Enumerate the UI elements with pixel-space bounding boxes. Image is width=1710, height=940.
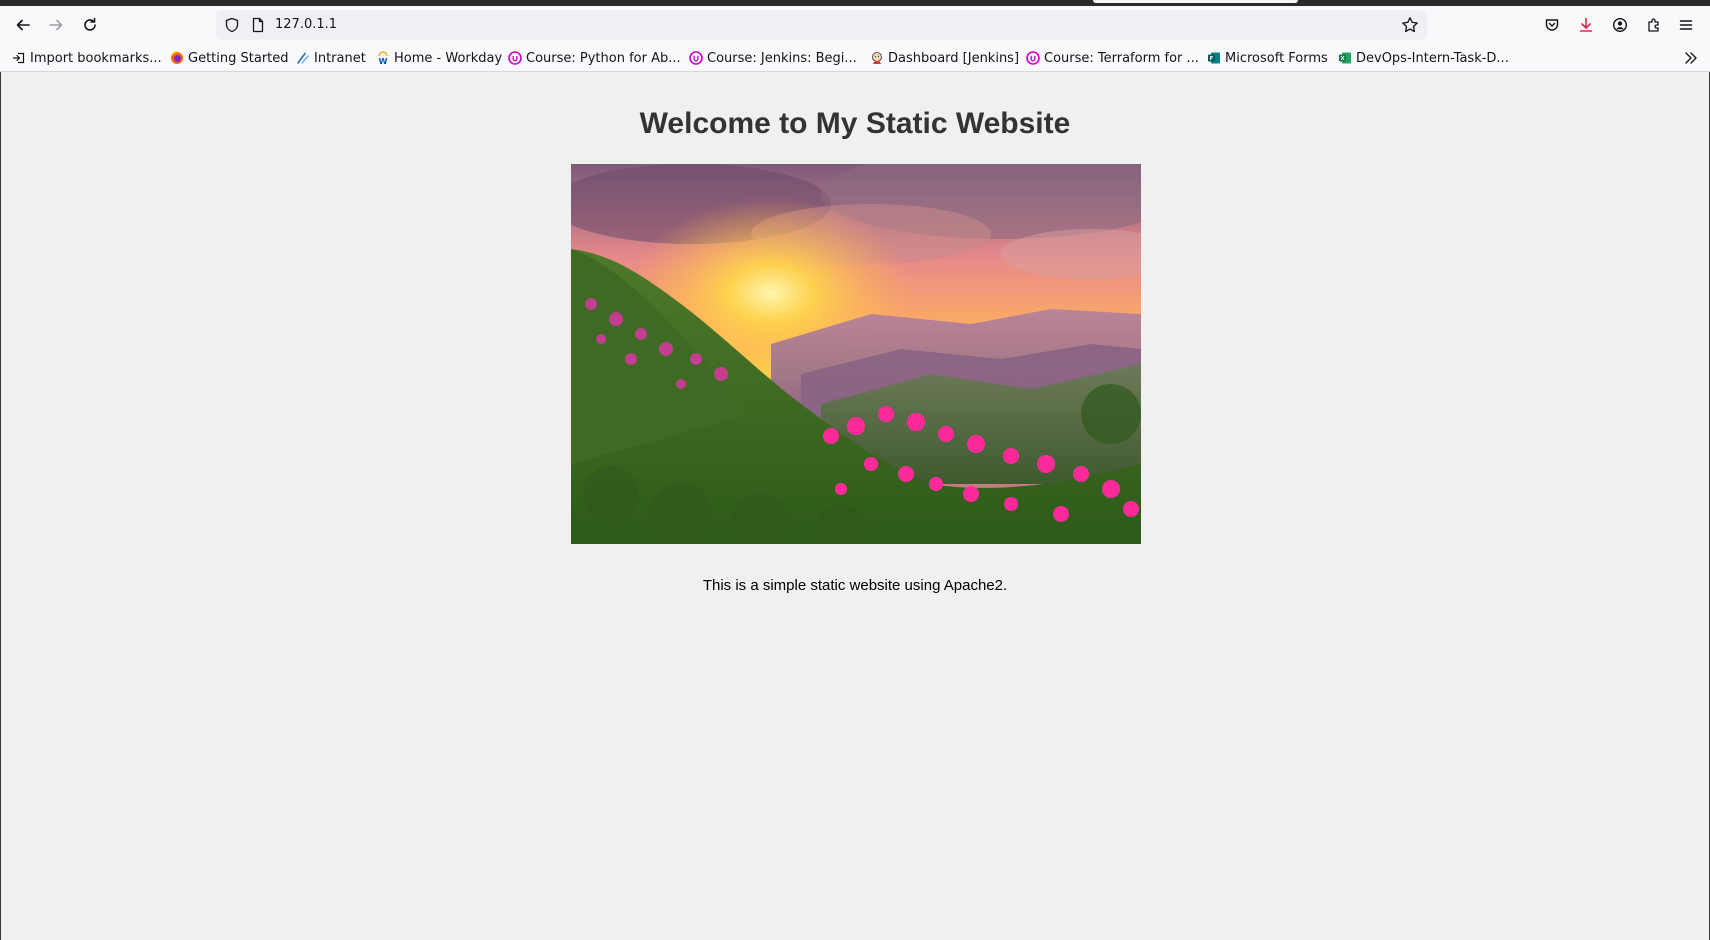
bookmark-jenkins-dashboard[interactable]: Dashboard [Jenkins] <box>870 49 1019 67</box>
tracking-protection-shield-icon[interactable] <box>224 17 240 33</box>
bookmark-course-jenkins[interactable]: Course: Jenkins: Begi... <box>689 49 857 67</box>
bookmark-intranet[interactable]: Intranet <box>296 49 366 67</box>
bookmark-star-icon[interactable] <box>1401 16 1419 34</box>
firefox-icon <box>171 51 183 64</box>
account-button[interactable] <box>1610 15 1630 35</box>
mountain-sunset-image <box>571 164 1141 544</box>
udemy-icon <box>1026 51 1040 65</box>
pocket-button[interactable] <box>1542 15 1562 35</box>
back-arrow-icon <box>16 19 30 31</box>
bookmark-getting-started[interactable]: Getting Started <box>170 49 289 67</box>
udemy-icon <box>508 51 522 65</box>
hero-image <box>571 164 1141 544</box>
reload-button[interactable] <box>76 11 104 39</box>
reload-icon <box>84 17 96 31</box>
puzzle-extensions-icon <box>1648 18 1659 32</box>
jenkins-icon <box>872 52 882 64</box>
forward-arrow-icon <box>49 19 63 31</box>
pocket-icon <box>1545 19 1559 31</box>
address-bar[interactable]: 127.0.1.1 <box>216 10 1427 40</box>
bookmark-label: Getting Started <box>188 50 289 66</box>
forms-icon: F <box>1208 52 1220 64</box>
bookmark-label: Import bookmarks... <box>30 50 162 66</box>
bookmark-course-python[interactable]: Course: Python for Ab... <box>508 49 681 67</box>
import-icon <box>12 52 25 64</box>
bookmark-label: Course: Jenkins: Begi... <box>707 50 857 66</box>
bookmarks-toolbar: Import bookmarks... Getting Started Intr… <box>0 44 1710 72</box>
intranet-icon <box>297 52 309 64</box>
hamburger-menu-icon <box>1679 20 1693 30</box>
active-tab-hint <box>1093 0 1298 3</box>
more-bookmarks-chevron-icon[interactable] <box>1682 49 1700 67</box>
bookmark-devops-task[interactable]: X DevOps-Intern-Task-D... <box>1338 49 1509 67</box>
browser-toolbar: 127.0.1.1 <box>0 6 1710 44</box>
bookmark-label: Course: Terraform for ... <box>1044 50 1199 66</box>
account-icon <box>1612 17 1628 33</box>
bookmark-workday[interactable]: W Home - Workday <box>376 49 502 67</box>
bookmark-label: DevOps-Intern-Task-D... <box>1356 50 1509 66</box>
forward-button[interactable] <box>42 11 70 39</box>
download-icon <box>1579 17 1593 32</box>
page-caption: This is a simple static website using Ap… <box>702 577 1008 594</box>
back-button[interactable] <box>9 11 37 39</box>
svg-text:W: W <box>379 57 388 65</box>
svg-text:F: F <box>1210 56 1214 62</box>
bookmark-label: Intranet <box>314 50 366 66</box>
url-text[interactable]: 127.0.1.1 <box>275 17 337 32</box>
bookmark-label: Dashboard [Jenkins] <box>888 50 1020 66</box>
bookmark-microsoft-forms[interactable]: F Microsoft Forms <box>1207 49 1328 67</box>
bookmark-label: Course: Python for Ab... <box>526 50 681 66</box>
downloads-button[interactable] <box>1576 15 1596 35</box>
bookmark-label: Microsoft Forms <box>1225 50 1328 66</box>
app-menu-button[interactable] <box>1676 15 1696 35</box>
excel-icon: X <box>1339 52 1351 64</box>
bookmark-import[interactable]: Import bookmarks... <box>12 49 162 67</box>
extensions-button[interactable] <box>1644 15 1664 35</box>
udemy-icon <box>689 51 703 65</box>
page-content: Welcome to My Static Website This is a s… <box>0 72 1710 940</box>
page-title: Welcome to My Static Website <box>639 107 1071 140</box>
workday-icon: W <box>378 51 388 65</box>
page-info-icon[interactable] <box>250 17 266 33</box>
bookmark-label: Home - Workday <box>394 50 503 66</box>
bookmark-course-terraform[interactable]: Course: Terraform for ... <box>1026 49 1199 67</box>
